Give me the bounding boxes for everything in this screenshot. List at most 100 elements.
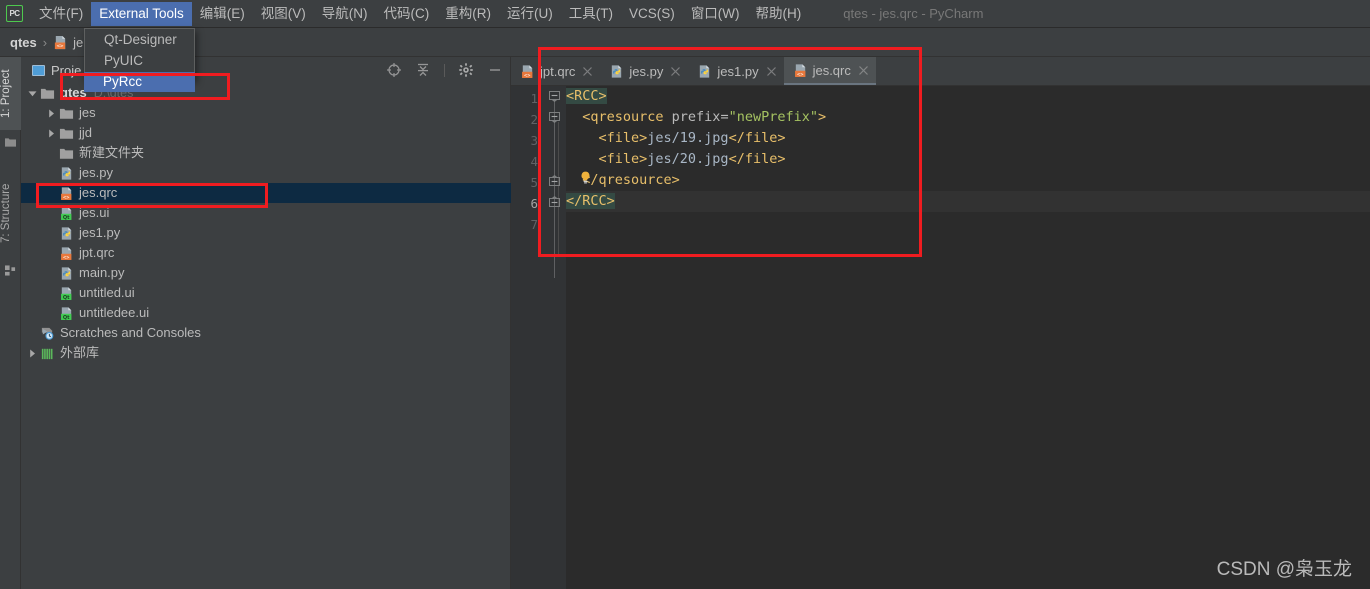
lightbulb-icon[interactable]	[579, 171, 592, 185]
menu-item-pyrcc[interactable]: PyRcc	[84, 72, 195, 92]
tree-row-jes-ui[interactable]: Qt jes.ui	[21, 203, 511, 223]
project-tree: qtes D:\qtes jes jjd 新建文件夹 jes.py <> jes.qrc Qt j…	[21, 83, 511, 589]
tree-row-label: jes.ui	[79, 205, 110, 220]
close-icon[interactable]	[582, 66, 593, 77]
svg-text:<>: <>	[63, 254, 69, 260]
tree-row-main-py[interactable]: main.py	[21, 263, 511, 283]
menu-item-8[interactable]: 工具(T)	[561, 2, 621, 26]
tree-row-untitledee-ui[interactable]: Qt untitledee.ui	[21, 303, 511, 323]
line-number-3: 3	[530, 133, 538, 148]
menu-item-9[interactable]: VCS(S)	[621, 2, 683, 26]
code-token: jes/20.jpg	[647, 151, 729, 167]
menu-item-5[interactable]: 代码(C)	[376, 2, 438, 26]
breadcrumb-separator: ›	[42, 34, 48, 50]
watermark: CSDN @枭玉龙	[1216, 559, 1352, 580]
chevron-right-icon[interactable]	[28, 349, 37, 358]
menu-item-0[interactable]: 文件(F)	[31, 2, 91, 26]
menu-item-7[interactable]: 运行(U)	[499, 2, 561, 26]
code-token: </file>	[728, 151, 786, 167]
minimize-icon[interactable]	[487, 62, 503, 78]
close-icon[interactable]	[670, 66, 681, 77]
line-number-7: 7	[530, 217, 538, 232]
fold-marker-close[interactable]	[549, 196, 560, 207]
editor-tab-jpt-qrc[interactable]: <> jpt.qrc	[511, 57, 600, 85]
qrc-icon: <>	[61, 246, 72, 260]
line-number-1: 1	[530, 91, 538, 106]
tree-row-scratches-and-consoles[interactable]: Scratches and Consoles	[21, 323, 511, 343]
python-icon	[61, 166, 72, 180]
tree-row-jjd[interactable]: jjd	[21, 123, 511, 143]
tree-row-jes1-py[interactable]: jes1.py	[21, 223, 511, 243]
code-token: "newPrefix"	[728, 109, 818, 125]
tree-row-jes-qrc[interactable]: <> jes.qrc	[21, 183, 511, 203]
editor-area: <> jpt.qrc jes.py jes1.py <> jes.qrc 1 2 3 4 5 6 7	[511, 57, 1370, 589]
code-fold-column[interactable]	[543, 86, 566, 589]
folder-icon	[5, 138, 16, 147]
code-line-2[interactable]: <qresource prefix="newPrefix">	[566, 107, 1370, 128]
svg-text:<>: <>	[57, 43, 64, 49]
qrc-icon: <>	[794, 63, 805, 77]
fold-marker-close[interactable]	[549, 175, 560, 186]
code-token: prefix=	[671, 109, 729, 125]
menu-item-4[interactable]: 导航(N)	[314, 2, 376, 26]
code-line-4[interactable]: <file>jes/20.jpg</file>	[566, 149, 1370, 170]
structure-icon	[5, 265, 16, 276]
menu-item-pyuic[interactable]: PyUIC	[85, 50, 194, 71]
code-line-1[interactable]: <RCC>	[566, 86, 1370, 107]
fold-marker-open[interactable]	[549, 91, 560, 102]
sidebar-tab-project[interactable]: 1: Project	[0, 57, 21, 130]
code-line-3[interactable]: <file>jes/19.jpg</file>	[566, 128, 1370, 149]
line-number-2: 2	[530, 112, 538, 127]
breadcrumb-file[interactable]: <> je	[53, 35, 83, 50]
python-icon	[612, 64, 622, 78]
code-line-7[interactable]	[566, 212, 1370, 233]
qrc-icon: <>	[54, 35, 66, 49]
tree-row-jes-py[interactable]: jes.py	[21, 163, 511, 183]
svg-text:Qt: Qt	[63, 314, 70, 320]
menu-item-6[interactable]: 重构(R)	[437, 2, 499, 26]
tool-window-strip-left: 1: Project 7: Structure	[0, 57, 21, 589]
editor-tab-jes-qrc[interactable]: <> jes.qrc	[783, 57, 876, 85]
menu-item-qt-designer[interactable]: Qt-Designer	[85, 29, 194, 50]
gear-icon[interactable]	[458, 62, 474, 78]
fold-marker-open[interactable]	[549, 112, 560, 123]
tree-row-label: 新建文件夹	[79, 145, 145, 160]
tree-row-untitled-ui[interactable]: Qt untitled.ui	[21, 283, 511, 303]
code-lines[interactable]: <RCC> <qresource prefix="newPrefix"> <fi…	[566, 86, 1370, 589]
collapse-all-icon[interactable]	[415, 62, 431, 78]
menu-item-2[interactable]: 编辑(E)	[192, 2, 253, 26]
tree-row-label: jpt.qrc	[79, 245, 115, 260]
tree-row-label: 外部库	[60, 345, 100, 360]
menu-item-1[interactable]: External Tools	[91, 1, 192, 26]
tree-row------[interactable]: 新建文件夹	[21, 143, 511, 163]
chevron-right-icon[interactable]	[47, 129, 56, 138]
chevron-right-icon[interactable]	[47, 109, 56, 118]
chevron-down-icon[interactable]	[28, 89, 37, 98]
breadcrumb-root[interactable]: qtes	[10, 35, 37, 50]
python-icon	[61, 226, 72, 240]
sidebar-tab-structure[interactable]: 7: Structure	[0, 167, 21, 259]
menu-item-11[interactable]: 帮助(H)	[748, 2, 810, 26]
menu-item-3[interactable]: 视图(V)	[253, 2, 314, 26]
locate-target-icon[interactable]	[386, 62, 402, 78]
line-number-6: 6	[530, 196, 538, 211]
qt-ui-icon: Qt	[61, 306, 72, 320]
qrc-icon: <>	[522, 64, 533, 78]
code-token: jes/19.jpg	[647, 130, 729, 146]
editor-tab-jes-py[interactable]: jes.py	[600, 57, 688, 85]
code-line-6[interactable]: </RCC>	[566, 191, 1370, 212]
tree-row-jpt-qrc[interactable]: <> jpt.qrc	[21, 243, 511, 263]
pycharm-logo-icon: PC	[6, 5, 23, 22]
close-icon[interactable]	[858, 65, 869, 76]
fold-connector-line-inner	[558, 122, 559, 257]
code-area[interactable]: 1234567 <RCC> <qresource prefix="newPref…	[511, 86, 1370, 589]
tree-row----[interactable]: 外部库	[21, 343, 511, 363]
code-token: <file>	[566, 130, 648, 146]
close-icon[interactable]	[766, 66, 777, 77]
editor-tab-jes1-py[interactable]: jes1.py	[688, 57, 783, 85]
menu-item-10[interactable]: 窗口(W)	[683, 2, 748, 26]
tree-row-jes[interactable]: jes	[21, 103, 511, 123]
code-line-5[interactable]: </qresource>	[566, 170, 1370, 191]
menu-items: 文件(F) External Tools 编辑(E) 视图(V) 导航(N) 代码(C) 重…	[31, 1, 810, 26]
folder-icon	[59, 148, 74, 159]
